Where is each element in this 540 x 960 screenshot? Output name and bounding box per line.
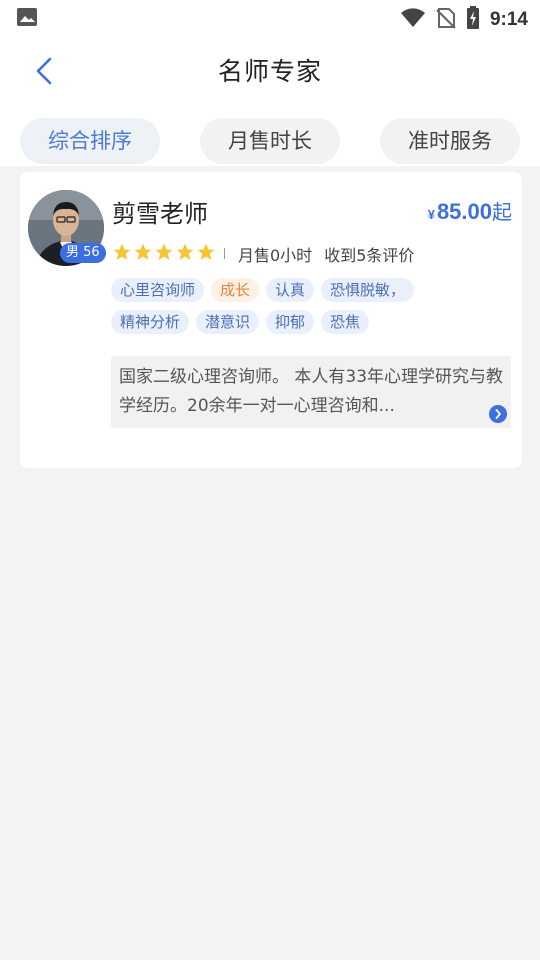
star-icon <box>155 243 173 260</box>
battery-charging-icon <box>466 6 480 34</box>
price-currency: ¥ <box>427 207 435 222</box>
tab-monthly-sales[interactable]: 月售时长 <box>200 118 340 164</box>
tab-on-time-service[interactable]: 准时服务 <box>380 118 520 164</box>
image-icon <box>16 7 38 27</box>
status-time: 9:14 <box>489 9 528 30</box>
tag: 恐惧脱敏， <box>321 278 415 302</box>
star-icon <box>113 243 131 260</box>
tab-comprehensive-sort[interactable]: 综合排序 <box>20 118 160 164</box>
tag: 潜意识 <box>196 310 260 334</box>
tag: 精神分析 <box>111 310 190 334</box>
status-bar: 9:14 <box>0 0 540 36</box>
wifi-icon <box>400 8 426 32</box>
stats: 月售0小时 收到5条评价 <box>238 242 414 266</box>
tag: 心里咨询师 <box>111 278 205 302</box>
tag: 恐焦 <box>321 310 370 334</box>
gender-age-badge: 男 56 <box>60 243 106 263</box>
price-suffix: 起 <box>492 202 512 224</box>
rating-stars <box>112 242 216 262</box>
monthly-sales: 月售0小时 <box>238 246 313 265</box>
tag: 成长 <box>211 278 260 302</box>
avatar: 男 56 <box>28 190 106 266</box>
divider <box>224 248 225 259</box>
tag-list: 心里咨询师 成长 认真 恐惧脱敏， 精神分析 潜意识 抑郁 恐焦 <box>111 278 511 342</box>
review-count: 收到5条评价 <box>324 246 415 265</box>
intro-text: 国家二级心理咨询师。 本人有33年心理学研究与教学经历。20余年一对一心理咨询和… <box>119 367 504 416</box>
star-icon <box>134 243 152 260</box>
price-amount: 85.00 <box>436 199 492 224</box>
page-title: 名师专家 <box>217 57 322 86</box>
teacher-name: 剪雪老师 <box>112 200 208 228</box>
chevron-right-circle-icon[interactable] <box>489 405 507 423</box>
nav-bar: 名师专家 <box>0 36 540 106</box>
tag: 认真 <box>266 278 315 302</box>
tag: 抑郁 <box>266 310 315 334</box>
sort-tabs: 综合排序 月售时长 准时服务 <box>0 106 540 166</box>
teacher-card[interactable]: 男 56 剪雪老师 ¥85.00起 月售0小时 收到5条评价 心里咨询师 成长 … <box>20 172 522 468</box>
intro-box[interactable]: 国家二级心理咨询师。 本人有33年心理学研究与教学经历。20余年一对一心理咨询和… <box>111 356 511 428</box>
star-icon <box>197 243 215 260</box>
price: ¥85.00起 <box>428 196 512 225</box>
star-icon <box>176 243 194 260</box>
no-sim-icon <box>436 7 456 33</box>
